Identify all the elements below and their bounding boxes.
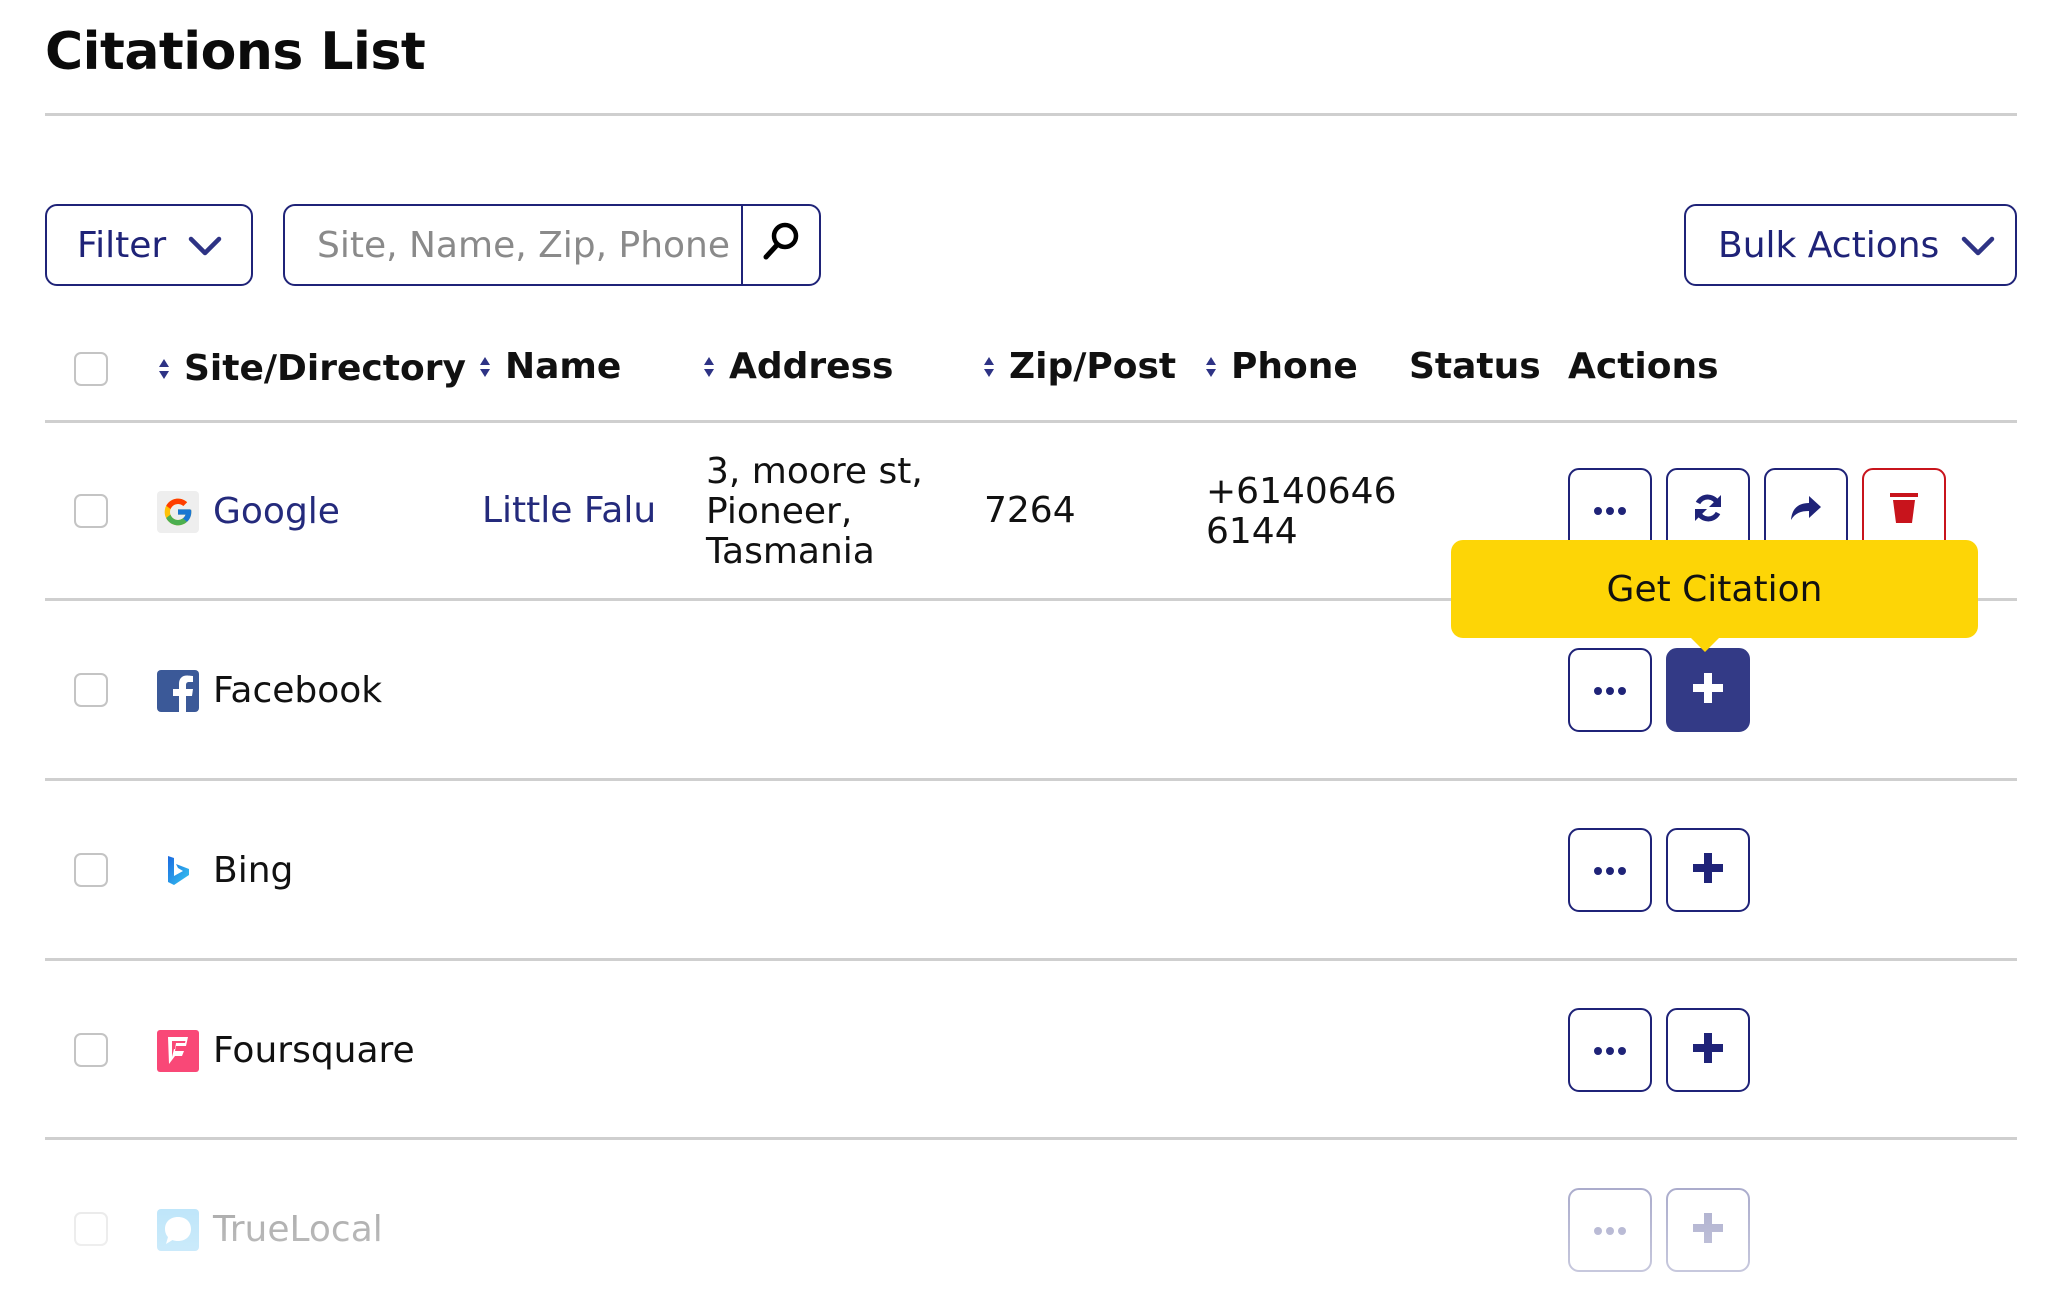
row-divider — [45, 778, 2017, 781]
column-header-phone[interactable]: Phone — [1205, 346, 1358, 387]
get-citation-button[interactable] — [1666, 648, 1750, 732]
address-line: Tasmania — [706, 531, 875, 572]
column-header-label: Phone — [1231, 346, 1358, 387]
title-divider — [45, 113, 2017, 116]
bulk-actions-label: Bulk Actions — [1718, 224, 1940, 266]
row-checkbox[interactable] — [74, 853, 108, 887]
share-arrow-icon — [1789, 493, 1823, 527]
plus-icon — [1692, 1032, 1724, 1068]
plus-icon — [1692, 852, 1724, 888]
column-header-address[interactable]: Address — [703, 346, 893, 387]
search-icon — [761, 220, 801, 271]
column-header-label: Site/Directory — [184, 348, 466, 389]
row-checkbox[interactable] — [74, 1212, 108, 1246]
phone-cell: +6140646 6144 — [1206, 472, 1397, 552]
select-all-checkbox[interactable] — [74, 352, 108, 386]
site-cell: Google — [157, 491, 340, 533]
get-citation-button[interactable] — [1666, 828, 1750, 912]
column-header-status: Status — [1409, 346, 1541, 387]
google-icon — [157, 491, 199, 533]
sort-icon — [479, 346, 491, 387]
more-options-button[interactable] — [1568, 648, 1652, 732]
chevron-down-icon — [188, 225, 222, 266]
filter-label: Filter — [77, 224, 167, 266]
site-name: Bing — [213, 850, 294, 891]
plus-icon — [1692, 672, 1724, 708]
search-box — [283, 204, 821, 286]
ellipsis-icon — [1593, 501, 1627, 520]
more-options-button[interactable] — [1568, 828, 1652, 912]
ellipsis-icon — [1593, 1221, 1627, 1240]
ellipsis-icon — [1593, 1041, 1627, 1060]
chevron-down-icon — [1961, 225, 1995, 266]
tooltip-text: Get Citation — [1606, 568, 1823, 610]
search-input[interactable] — [285, 206, 743, 284]
site-cell: Bing — [157, 850, 293, 892]
sort-icon — [983, 346, 995, 387]
row-divider — [45, 1137, 2017, 1140]
site-cell: TrueLocal — [157, 1209, 383, 1251]
business-name-link[interactable]: Little Falu — [482, 491, 656, 531]
column-header-name[interactable]: Name — [479, 346, 621, 387]
get-citation-button[interactable] — [1666, 1008, 1750, 1092]
get-citation-button[interactable] — [1666, 1188, 1750, 1272]
column-header-label: Name — [505, 346, 622, 387]
sort-icon — [1205, 346, 1217, 387]
bulk-actions-dropdown-button[interactable]: Bulk Actions — [1684, 204, 2017, 286]
column-header-actions: Actions — [1568, 346, 1719, 387]
more-options-button[interactable] — [1568, 1188, 1652, 1272]
sort-icon — [703, 346, 715, 387]
row-divider — [45, 958, 2017, 961]
site-cell: Facebook — [157, 670, 382, 712]
search-button[interactable] — [741, 206, 819, 284]
refresh-icon — [1691, 491, 1725, 529]
site-name: Facebook — [213, 670, 383, 711]
address-cell: 3, moore st, Pioneer, Tasmania — [706, 452, 923, 572]
phone-line: 6144 — [1206, 511, 1298, 552]
filter-dropdown-button[interactable]: Filter — [45, 204, 253, 286]
more-options-button[interactable] — [1568, 1008, 1652, 1092]
truelocal-icon — [157, 1209, 199, 1251]
sort-icon — [158, 348, 170, 389]
trash-icon — [1889, 492, 1919, 528]
ellipsis-icon — [1593, 861, 1627, 880]
bing-icon — [157, 850, 199, 892]
address-line: 3, moore st, — [706, 451, 923, 492]
site-cell: Foursquare — [157, 1030, 415, 1072]
row-checkbox[interactable] — [74, 1033, 108, 1067]
phone-line: +6140646 — [1206, 471, 1397, 512]
site-name: TrueLocal — [213, 1209, 383, 1250]
column-header-label: Actions — [1568, 346, 1719, 387]
plus-icon — [1692, 1212, 1724, 1248]
foursquare-icon — [157, 1030, 199, 1072]
ellipsis-icon — [1593, 681, 1627, 700]
facebook-icon — [157, 670, 199, 712]
column-header-zip[interactable]: Zip/Post — [983, 346, 1176, 387]
zip-cell: 7264 — [984, 490, 1076, 531]
address-line: Pioneer, — [706, 491, 853, 532]
site-name: Foursquare — [213, 1030, 415, 1071]
page-title: Citations List — [45, 22, 426, 82]
row-checkbox[interactable] — [74, 673, 108, 707]
column-header-label: Zip/Post — [1009, 346, 1177, 387]
column-header-site[interactable]: Site/Directory — [158, 348, 466, 389]
column-header-label: Status — [1409, 346, 1541, 387]
header-divider — [45, 420, 2017, 423]
column-header-label: Address — [729, 346, 894, 387]
site-name-link[interactable]: Google — [213, 492, 340, 532]
get-citation-tooltip: Get Citation — [1451, 540, 1978, 652]
row-checkbox[interactable] — [74, 494, 108, 528]
